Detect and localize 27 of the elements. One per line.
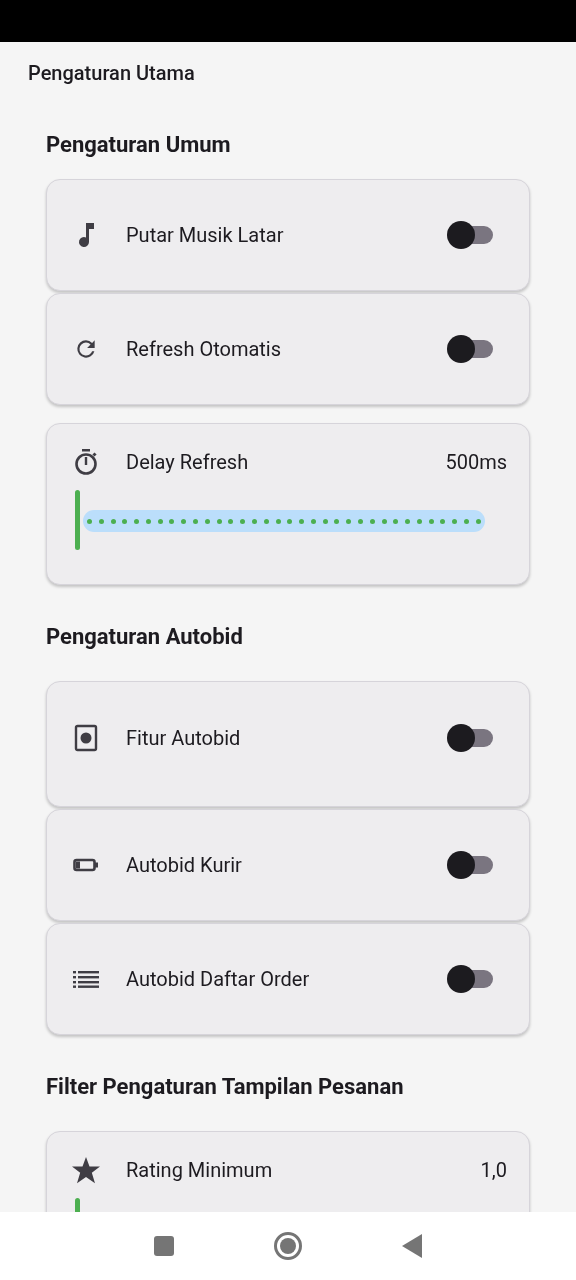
list-icon	[73, 970, 99, 988]
section-heading: Pengaturan Umum	[46, 131, 232, 159]
setting-label: Autobid Daftar Order	[126, 966, 311, 993]
setting-label: Refresh Otomatis	[126, 336, 283, 363]
toggle-switch[interactable]	[447, 221, 493, 249]
setting-label: Delay Refresh	[126, 449, 250, 476]
toggle-switch[interactable]	[447, 335, 493, 363]
toggle-switch[interactable]	[447, 965, 493, 993]
setting-label: Rating Minimum	[126, 1157, 274, 1184]
section-heading: Filter Pengaturan Tampilan Pesanan	[46, 1073, 405, 1101]
setting-value: 1,0	[480, 1157, 507, 1184]
setting-value: 500ms	[445, 449, 507, 476]
star-icon	[72, 1156, 100, 1184]
setting-label: Autobid Kurir	[126, 852, 243, 879]
toggle-switch[interactable]	[447, 724, 493, 752]
record-icon	[74, 724, 98, 752]
setting-label: Putar Musik Latar	[126, 222, 285, 249]
page-title: Pengaturan Utama	[27, 60, 196, 85]
music-note-icon	[77, 222, 95, 248]
back-button[interactable]	[402, 1234, 422, 1258]
stopwatch-icon	[72, 448, 100, 476]
slider-thumb[interactable]	[75, 490, 80, 550]
section-heading: Pengaturan Autobid	[46, 623, 244, 651]
toggle-switch[interactable]	[447, 851, 493, 879]
setting-label: Fitur Autobid	[126, 725, 242, 752]
home-button[interactable]	[274, 1232, 302, 1260]
battery-icon	[73, 858, 99, 872]
